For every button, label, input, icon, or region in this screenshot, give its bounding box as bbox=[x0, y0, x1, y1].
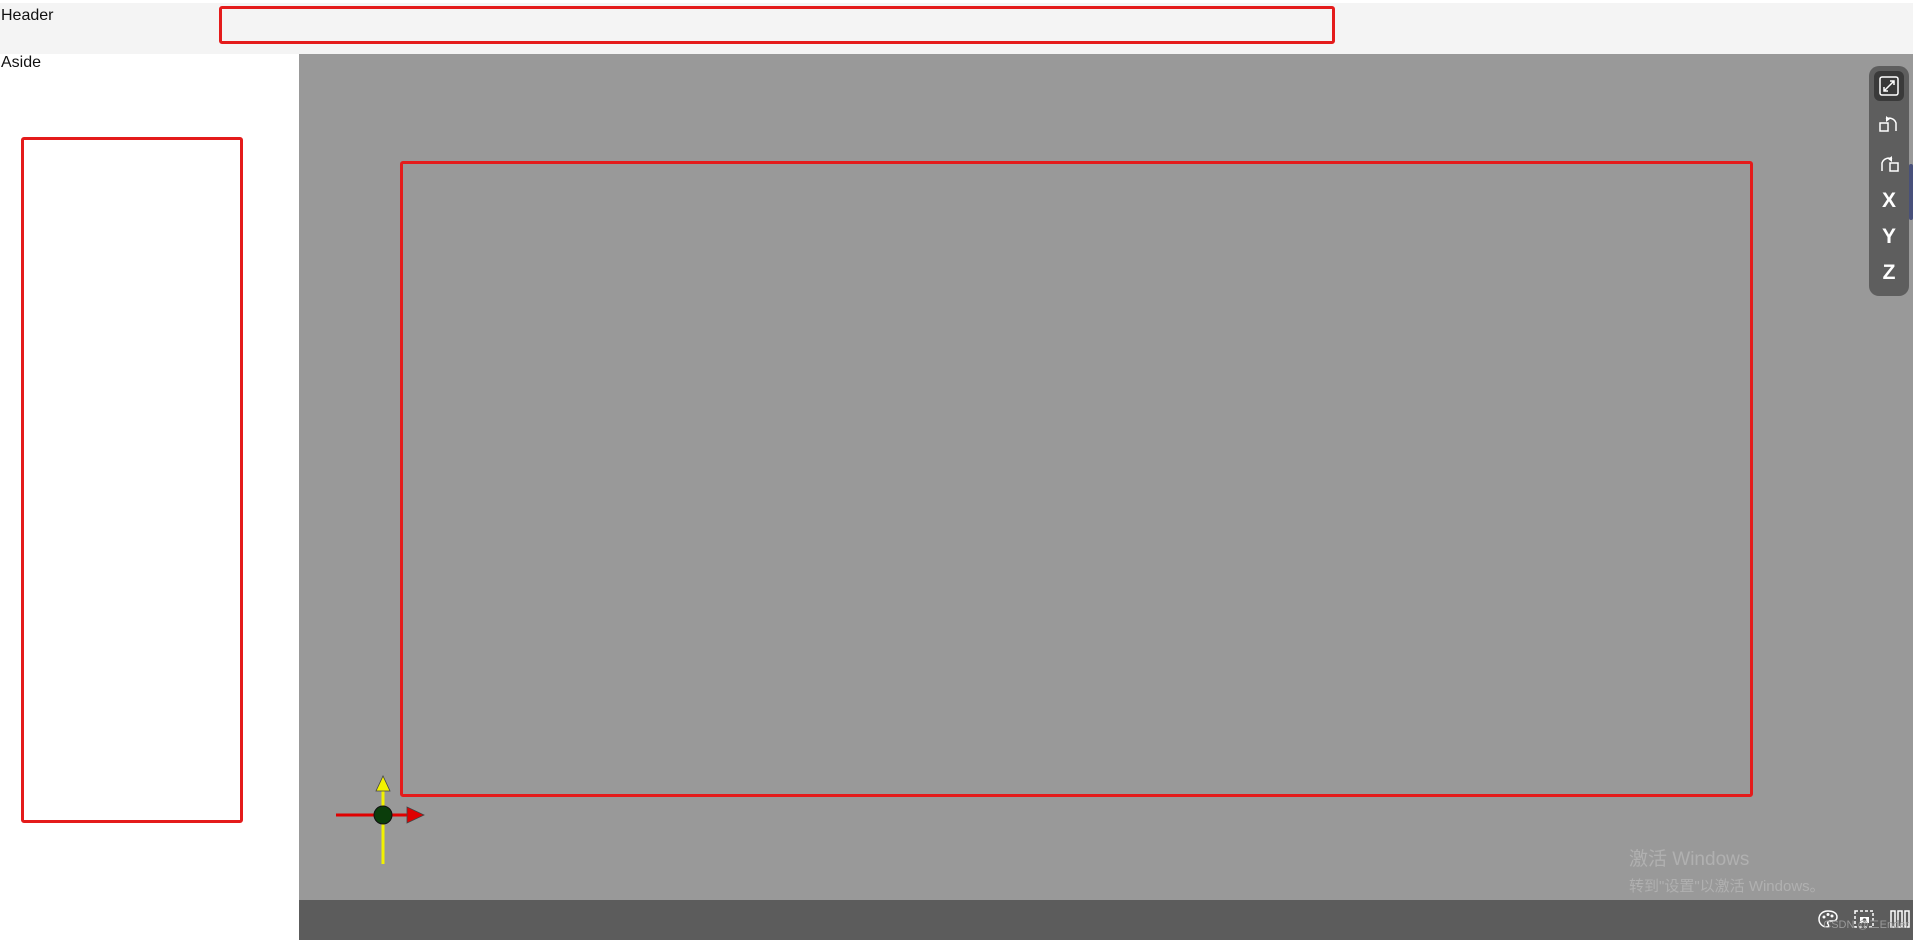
view-y-button[interactable]: Y bbox=[1874, 222, 1904, 252]
fit-view-icon bbox=[1878, 75, 1900, 97]
status-bar: CSDN @二Ender bbox=[299, 900, 1913, 940]
axis-gizmo bbox=[336, 775, 425, 864]
x-axis-arrow bbox=[406, 806, 425, 824]
credit-watermark: CSDN @二Ender bbox=[1823, 919, 1909, 931]
rotate-right-icon bbox=[1878, 152, 1900, 174]
aside-label: Aside bbox=[1, 54, 42, 71]
view-toolbar: X Y Z bbox=[1869, 66, 1909, 296]
aside: Aside bbox=[0, 54, 299, 940]
side-panel-handle[interactable] bbox=[1909, 164, 1913, 220]
y-axis-arrow bbox=[375, 775, 391, 792]
header: Header bbox=[0, 0, 1913, 54]
watermark-line-1: 激活 Windows bbox=[1629, 849, 1750, 870]
origin-point bbox=[373, 805, 393, 825]
windows-activation-watermark: 激活 Windows 转到"设置"以激活 Windows。 bbox=[1629, 844, 1825, 896]
header-label: Header bbox=[1, 7, 54, 24]
watermark-line-2: 转到"设置"以激活 Windows。 bbox=[1629, 878, 1825, 895]
rotate-left-button[interactable] bbox=[1874, 108, 1904, 138]
rotate-left-icon bbox=[1878, 112, 1900, 134]
view-z-button[interactable]: Z bbox=[1874, 258, 1904, 288]
rotate-right-button[interactable] bbox=[1874, 148, 1904, 178]
viewport-highlight-box bbox=[400, 161, 1753, 797]
aside-highlight-box bbox=[21, 137, 243, 823]
3d-viewport[interactable]: X Y Z 激活 Windows 转到"设置"以激活 Windows。 bbox=[299, 54, 1913, 900]
fit-view-button[interactable] bbox=[1874, 71, 1904, 101]
header-highlight-box bbox=[219, 6, 1335, 44]
view-x-button[interactable]: X bbox=[1874, 186, 1904, 216]
